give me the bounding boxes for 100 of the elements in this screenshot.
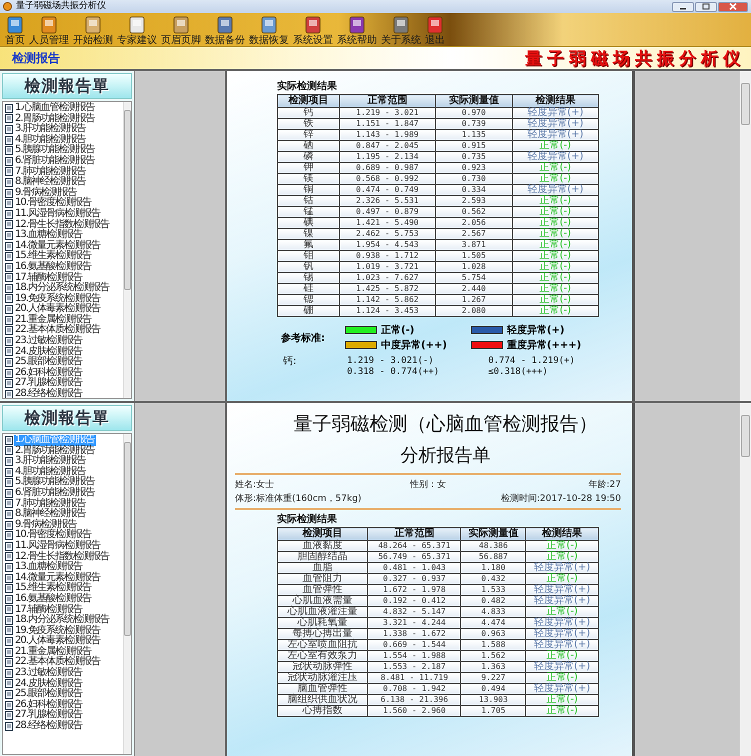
report-list-item[interactable]: 16.氨基酸检测报告 bbox=[14, 594, 92, 604]
report-list-item[interactable]: 11.风湿骨病检测报告 bbox=[14, 540, 101, 552]
table-cell: 6.138 - 21.396 bbox=[368, 694, 461, 706]
table-cell: 1.023 - 7.627 bbox=[339, 272, 436, 284]
toolbar-button[interactable]: 数据恢复 bbox=[248, 16, 290, 46]
table-cell: 正常(-) bbox=[512, 196, 598, 206]
table-cell: 0.327 - 0.937 bbox=[368, 574, 461, 584]
table-cell: 1.505 bbox=[435, 250, 512, 262]
report-list-item[interactable]: 5.胰腺功能检测报告 bbox=[14, 477, 96, 488]
table-cell: 0.708 - 1.942 bbox=[368, 684, 461, 694]
report-list-item[interactable]: 25.眼部检测报告 bbox=[14, 689, 83, 700]
legend-text: 中度异常(++) bbox=[381, 338, 447, 352]
report-list-item[interactable]: 18.内分泌系统检测报告 bbox=[14, 615, 110, 626]
table-cell: 56.749 - 65.371 bbox=[368, 552, 461, 562]
report-list-item[interactable]: 10.骨密度检测报告 bbox=[14, 198, 92, 209]
table-cell: 3.321 - 4.244 bbox=[368, 618, 461, 628]
report-list-item[interactable]: 8.脑神经检测报告 bbox=[14, 177, 87, 188]
report-list-item[interactable]: 13.血糖检测报告 bbox=[14, 230, 83, 241]
report-list-item[interactable]: 16.氨基酸检测报告 bbox=[14, 262, 92, 272]
table-cell: 1.954 - 4.543 bbox=[339, 240, 436, 250]
table-cell: 轻度异常(+) bbox=[512, 118, 598, 130]
table-cell: 正常(-) bbox=[512, 262, 598, 272]
table-cell: 0.562 bbox=[435, 206, 512, 218]
table-cell: 胆固醇结晶 bbox=[278, 552, 368, 562]
table-cell: 0.938 - 1.712 bbox=[339, 250, 436, 262]
report-list-item[interactable]: 15.维生素检测报告 bbox=[14, 251, 92, 262]
section-title: 实际检测结果 bbox=[277, 512, 338, 526]
toolbar-button[interactable]: 关于系统 bbox=[380, 16, 422, 46]
table-cell: 正常(-) bbox=[512, 306, 598, 316]
close-icon bbox=[729, 3, 737, 10]
toolbar-button[interactable]: 数据备份 bbox=[204, 16, 246, 46]
table-cell: 正常(-) bbox=[512, 250, 598, 262]
scrollbar[interactable] bbox=[123, 434, 131, 754]
toolbar-icon bbox=[217, 16, 233, 34]
report-list-item[interactable]: 20.人体毒素检测报告 bbox=[14, 304, 101, 315]
report-list-item[interactable]: 28.经络检测报告 bbox=[14, 721, 83, 732]
reference-label: 钙: bbox=[283, 356, 298, 367]
report-list-item[interactable]: 6.肾脏功能检测报告 bbox=[14, 488, 96, 499]
table-cell: 正常(-) bbox=[512, 140, 598, 152]
table-cell: 0.735 bbox=[435, 152, 512, 162]
toolbar-button[interactable]: 人员管理 bbox=[28, 16, 70, 46]
table-cell: 钒 bbox=[278, 262, 340, 272]
table-cell: 轻度异常(+) bbox=[526, 640, 598, 650]
table-cell: 4.832 - 5.147 bbox=[368, 606, 461, 618]
report-list-item[interactable]: 8.脑神经检测报告 bbox=[14, 509, 87, 520]
toolbar-icon bbox=[427, 16, 443, 34]
report-list-item[interactable]: 23.过敏检测报告 bbox=[14, 668, 83, 679]
report-list-item[interactable]: 20.人体毒素检测报告 bbox=[14, 636, 101, 647]
report-list-item[interactable]: 15.维生素检测报告 bbox=[14, 583, 92, 594]
table-cell: 2.440 bbox=[435, 284, 512, 294]
table-cell: 冠状动脉弹性 bbox=[278, 662, 368, 672]
info-text: 年龄:27 bbox=[588, 478, 621, 491]
close-button[interactable] bbox=[718, 2, 748, 12]
table-cell: 心肌血液需量 bbox=[278, 596, 368, 606]
scrollbar[interactable] bbox=[739, 71, 751, 401]
report-list-item[interactable]: 10.骨密度检测报告 bbox=[14, 530, 92, 541]
brand-title: 量子弱磁场共振分析仪 bbox=[525, 48, 745, 70]
info-text: 体形:标准体重(160cm，57kg) bbox=[235, 492, 362, 505]
table-cell: 硼 bbox=[278, 306, 340, 316]
table-cell: 1.142 - 5.862 bbox=[339, 294, 436, 306]
reference-range: 0.774 - 1.219(+) bbox=[488, 356, 576, 367]
table-cell: 正常(-) bbox=[526, 672, 598, 684]
table-cell: 磷 bbox=[278, 152, 340, 162]
toolbar-button[interactable]: 专家建议 bbox=[116, 16, 158, 46]
minimize-button[interactable] bbox=[672, 2, 694, 12]
section-title: 实际检测结果 bbox=[277, 79, 338, 93]
table-cell: 1.338 - 1.672 bbox=[368, 628, 461, 640]
column-header: 实际测量值 bbox=[435, 94, 512, 108]
table-cell: 正常(-) bbox=[526, 606, 598, 618]
report-list-item[interactable]: 3.肝功能检测报告 bbox=[14, 124, 87, 135]
toolbar-button[interactable]: 页眉页脚 bbox=[160, 16, 202, 46]
panel-title: 檢測報告單 bbox=[2, 73, 132, 99]
report-list-item[interactable]: 13.血糖检测报告 bbox=[14, 562, 83, 573]
report-list-item[interactable]: 3.肝功能检测报告 bbox=[14, 456, 87, 467]
maximize-button[interactable] bbox=[695, 2, 717, 12]
table-cell: 血管阻力 bbox=[278, 574, 368, 584]
table-cell: 1.553 - 2.187 bbox=[368, 662, 461, 672]
toolbar-button[interactable]: 系统设置 bbox=[292, 16, 334, 46]
table-cell: 正常(-) bbox=[512, 284, 598, 294]
report-list-item[interactable]: 11.风湿骨病检测报告 bbox=[14, 208, 101, 220]
report-list-item[interactable]: 18.内分泌系统检测报告 bbox=[14, 283, 110, 294]
report-list-item[interactable]: 5.胰腺功能检测报告 bbox=[14, 145, 96, 156]
table-cell: 8.481 - 11.719 bbox=[368, 672, 461, 684]
report-list-item[interactable]: 6.肾脏功能检测报告 bbox=[14, 156, 96, 167]
table-cell: 正常(-) bbox=[526, 540, 598, 552]
scrollbar[interactable] bbox=[739, 403, 751, 756]
table-cell: 心肌耗氧量 bbox=[278, 618, 368, 628]
table-cell: 钙 bbox=[278, 108, 340, 118]
report-list-item[interactable]: 23.过敏检测报告 bbox=[14, 336, 83, 347]
table-cell: 轻度异常(+) bbox=[526, 618, 598, 628]
table-cell: 1.195 - 2.134 bbox=[339, 152, 436, 162]
toolbar-button[interactable]: 开始检测 bbox=[72, 16, 114, 46]
toolbar-button[interactable]: 首页 bbox=[4, 16, 26, 46]
report-list-item[interactable]: 25.眼部检测报告 bbox=[14, 357, 83, 368]
report-list-item[interactable]: 28.经络检测报告 bbox=[14, 389, 83, 398]
table-cell: 锡 bbox=[278, 272, 340, 284]
scrollbar[interactable] bbox=[123, 102, 131, 398]
table-cell: 0.739 bbox=[435, 118, 512, 130]
table-cell: 铁 bbox=[278, 118, 340, 130]
toolbar-button[interactable]: 系统帮助 bbox=[336, 16, 378, 46]
